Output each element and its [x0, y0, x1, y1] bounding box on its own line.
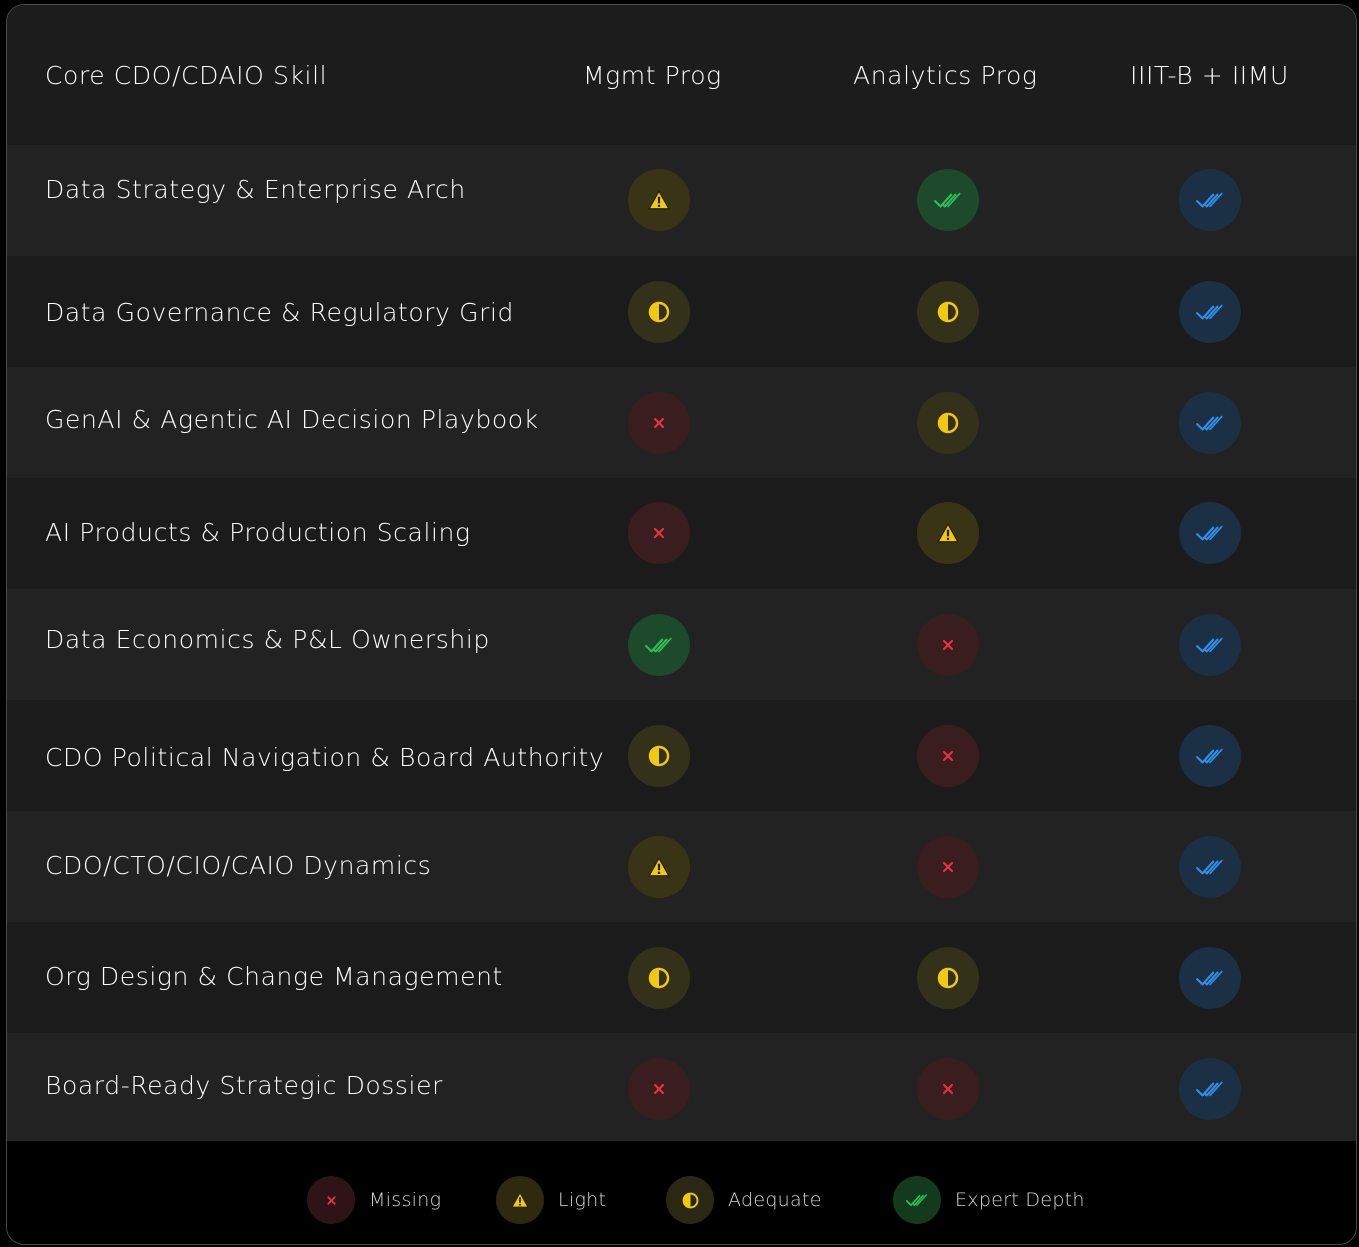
half-circle-icon — [917, 947, 979, 1009]
legend-adequate: Adequate — [666, 1176, 822, 1224]
warning-icon — [917, 502, 979, 564]
double-check-icon — [893, 1176, 941, 1224]
half-circle-icon — [628, 947, 690, 1009]
double-check-icon — [1179, 1058, 1241, 1120]
skill-name: AI Products & Production Scaling — [45, 518, 471, 547]
header-skill-column: Core CDO/CDAIO Skill — [45, 61, 328, 90]
skill-name: Data Strategy & Enterprise Arch — [45, 175, 466, 204]
table-row: Org Design & Change Management — [7, 922, 1356, 1033]
legend-light: Light — [496, 1176, 606, 1224]
skill-name: CDO/CTO/CIO/CAIO Dynamics — [45, 851, 432, 880]
skill-name: GenAI & Agentic AI Decision Playbook — [45, 405, 539, 434]
legend-label: Adequate — [728, 1189, 822, 1211]
warning-icon — [628, 836, 690, 898]
double-check-icon — [1179, 725, 1241, 787]
legend-missing: Missing — [307, 1176, 441, 1224]
table-row: CDO/CTO/CIO/CAIO Dynamics — [7, 811, 1356, 922]
half-circle-icon — [917, 392, 979, 454]
missing-icon — [628, 392, 690, 454]
double-check-icon — [1179, 502, 1241, 564]
table-body: Data Strategy & Enterprise Arch Data Gove… — [7, 145, 1356, 1144]
missing-icon — [917, 836, 979, 898]
double-check-icon — [917, 169, 979, 231]
missing-icon — [917, 1058, 979, 1120]
legend: Missing Light Adequate Expert Depth — [7, 1141, 1356, 1244]
legend-label: Missing — [369, 1189, 442, 1211]
warning-icon — [496, 1176, 544, 1224]
double-check-icon — [1179, 392, 1241, 454]
double-check-icon — [1179, 836, 1241, 898]
table-row: CDO Political Navigation & Board Authori… — [7, 700, 1356, 811]
missing-icon — [917, 725, 979, 787]
header-iiitb-iimu: IIIT-B + IIMU — [1130, 61, 1289, 90]
skill-name: CDO Political Navigation & Board Authori… — [45, 743, 605, 772]
table-row: Board-Ready Strategic Dossier — [7, 1033, 1356, 1144]
half-circle-icon — [628, 725, 690, 787]
table-header: Core CDO/CDAIO Skill Mgmt Prog Analytics… — [7, 5, 1356, 145]
table-row: Data Economics & P&L Ownership — [7, 589, 1356, 700]
double-check-icon — [1179, 169, 1241, 231]
skill-name: Board-Ready Strategic Dossier — [45, 1071, 443, 1100]
half-circle-icon — [666, 1176, 714, 1224]
missing-icon — [917, 614, 979, 676]
missing-icon — [307, 1176, 355, 1224]
double-check-icon — [1179, 614, 1241, 676]
legend-expert: Expert Depth — [893, 1176, 1085, 1224]
skill-name: Data Governance & Regulatory Grid — [45, 298, 514, 327]
double-check-icon — [1179, 281, 1241, 343]
header-analytics-prog: Analytics Prog — [853, 61, 1038, 90]
table-row: Data Strategy & Enterprise Arch — [7, 145, 1356, 256]
legend-label: Expert Depth — [955, 1189, 1085, 1211]
legend-label: Light — [558, 1189, 607, 1211]
half-circle-icon — [917, 281, 979, 343]
table-row: Data Governance & Regulatory Grid — [7, 256, 1356, 367]
skill-name: Data Economics & P&L Ownership — [45, 625, 490, 654]
double-check-icon — [1179, 947, 1241, 1009]
header-mgmt-prog: Mgmt Prog — [583, 61, 722, 90]
double-check-icon — [628, 614, 690, 676]
comparison-table: Core CDO/CDAIO Skill Mgmt Prog Analytics… — [6, 4, 1357, 1245]
table-row: GenAI & Agentic AI Decision Playbook — [7, 367, 1356, 478]
table-row: AI Products & Production Scaling — [7, 478, 1356, 589]
half-circle-icon — [628, 281, 690, 343]
skill-name: Org Design & Change Management — [45, 962, 503, 991]
warning-icon — [628, 169, 690, 231]
missing-icon — [628, 1058, 690, 1120]
missing-icon — [628, 502, 690, 564]
